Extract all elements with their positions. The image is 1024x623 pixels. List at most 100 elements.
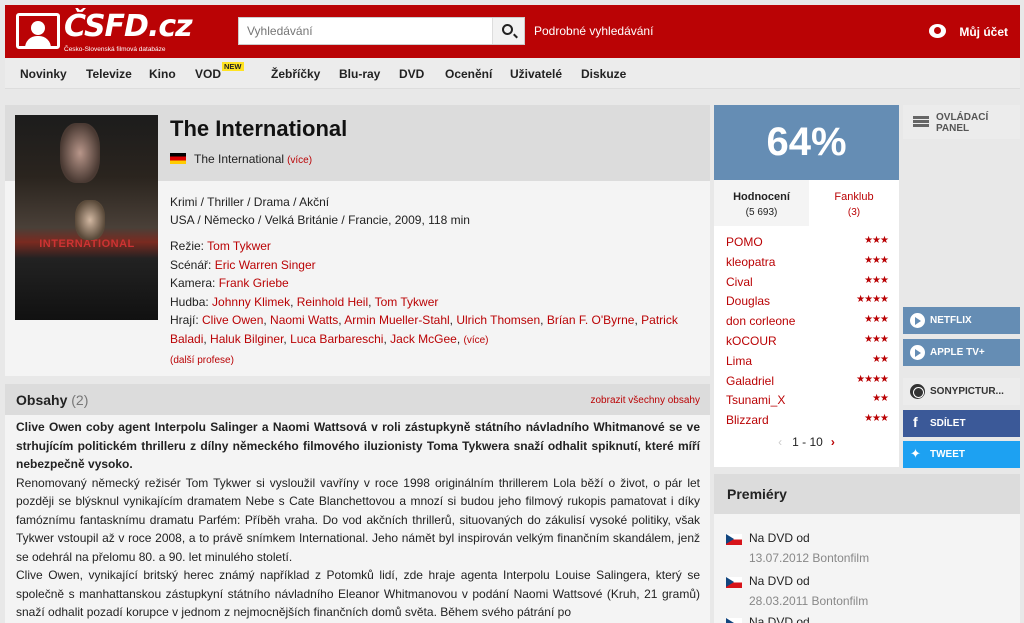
search-icon bbox=[502, 24, 513, 35]
rating-panel: 64% Hodnocení (5 693) Fanklub (3) POMO ★★… bbox=[714, 105, 899, 467]
search-box bbox=[238, 17, 525, 45]
cast-more-link[interactable]: (více) bbox=[464, 335, 489, 346]
user-link[interactable]: Douglas bbox=[726, 294, 770, 308]
film-poster[interactable]: INTERNATIONAL bbox=[15, 115, 158, 320]
cast-link[interactable]: Armin Mueller-Stahl bbox=[344, 313, 449, 327]
search-button[interactable] bbox=[492, 18, 524, 44]
nav-item-dvd[interactable]: DVD bbox=[399, 67, 424, 81]
control-panel-button[interactable]: OVLÁDACÍ PANEL bbox=[903, 105, 1020, 139]
user-link[interactable]: kleopatra bbox=[726, 255, 775, 269]
synopsis-title-text: Obsahy bbox=[16, 392, 68, 408]
site-header: ČSFD.cz Česko-Slovenská filmová databáze… bbox=[5, 5, 1020, 58]
music-row: Hudba: Johnny Klimek, Reinhold Heil, Tom… bbox=[170, 294, 439, 309]
nav-item-vod[interactable]: VOD bbox=[195, 67, 221, 81]
nav-item-kino[interactable]: Kino bbox=[149, 67, 176, 81]
appletv-button[interactable]: APPLE TV+ bbox=[903, 339, 1020, 366]
list-item: Tsunami_X ★★ bbox=[714, 390, 899, 410]
tweet-label: TWEET bbox=[930, 449, 965, 460]
chevron-right-icon[interactable]: › bbox=[831, 435, 835, 449]
germany-flag-icon bbox=[170, 153, 186, 164]
nav-item-diskuze[interactable]: Diskuze bbox=[581, 67, 626, 81]
nav-item-uzivatele[interactable]: Uživatelé bbox=[510, 67, 562, 81]
nav-item-televize[interactable]: Televize bbox=[86, 67, 132, 81]
user-ratings-list: POMO ★★★ kleopatra ★★★ Cival ★★★ Douglas ★★★… bbox=[714, 232, 899, 430]
cast-link[interactable]: Jack McGee bbox=[390, 332, 457, 346]
czech-flag-icon bbox=[726, 618, 742, 623]
cast-link[interactable]: Brían F. O'Byrne bbox=[547, 313, 635, 327]
origin-text: USA / Německo / Velká Británie / Francie… bbox=[170, 213, 470, 227]
logo-text: ČSFD.cz bbox=[64, 9, 193, 44]
user-link[interactable]: Galadriel bbox=[726, 374, 774, 388]
original-title-text: The International bbox=[194, 152, 285, 166]
list-item: Galadriel ★★★★ bbox=[714, 371, 899, 391]
nav-item-bluray[interactable]: Blu-ray bbox=[339, 67, 380, 81]
director-link[interactable]: Tom Tykwer bbox=[207, 239, 271, 253]
cast-link[interactable]: Luca Barbareschi bbox=[290, 332, 383, 346]
search-input[interactable] bbox=[239, 18, 489, 44]
nav-item-zebricky[interactable]: Žebříčky bbox=[271, 67, 320, 81]
director-row: Režie: Tom Tykwer bbox=[170, 237, 700, 256]
facebook-share-button[interactable]: f SDÍLET bbox=[903, 410, 1020, 437]
share-label: SDÍLET bbox=[930, 418, 966, 429]
tab-ratings[interactable]: Hodnocení (5 693) bbox=[714, 180, 809, 226]
user-link[interactable]: POMO bbox=[726, 235, 763, 249]
user-link[interactable]: Lima bbox=[726, 354, 752, 368]
user-icon[interactable] bbox=[929, 24, 947, 39]
star-rating-icon: ★★★ bbox=[864, 235, 889, 246]
director-label: Režie: bbox=[170, 239, 205, 253]
user-link[interactable]: don corleone bbox=[726, 314, 795, 328]
camera-link[interactable]: Frank Griebe bbox=[219, 276, 289, 290]
music-link[interactable]: Reinhold Heil bbox=[297, 295, 368, 309]
sony-link[interactable]: SONYPICTUR... bbox=[903, 378, 1020, 405]
star-rating-icon: ★★★ bbox=[864, 333, 889, 345]
user-link[interactable]: Tsunami_X bbox=[726, 393, 785, 407]
film-genres: Krimi / Thriller / Drama / Akční USA / N… bbox=[170, 193, 470, 229]
csfd-logo[interactable]: ČSFD.cz Česko-Slovenská filmová databáze bbox=[16, 9, 193, 53]
tab-fanclub[interactable]: Fanklub (3) bbox=[809, 180, 899, 226]
cast-link[interactable]: Ulrich Thomsen bbox=[456, 313, 540, 327]
user-link[interactable]: Cival bbox=[726, 275, 753, 289]
show-all-synopses-link[interactable]: zobrazit všechny obsahy bbox=[590, 395, 700, 406]
star-rating-icon: ★★ bbox=[872, 393, 889, 405]
sony-label: SONYPICTUR... bbox=[930, 386, 1004, 397]
cast-row: Hrají: Clive Owen, Naomi Watts, Armin Mu… bbox=[170, 313, 678, 346]
netflix-button[interactable]: NETFLIX bbox=[903, 307, 1020, 334]
camera-row: Kamera: Frank Griebe bbox=[170, 274, 700, 293]
user-link[interactable]: kOCOUR bbox=[726, 334, 777, 348]
writer-label: Scénář: bbox=[170, 257, 212, 272]
user-link[interactable]: Blizzard bbox=[726, 413, 769, 427]
control-panel-label: OVLÁDACÍ PANEL bbox=[936, 112, 989, 134]
premiere-label: Na DVD od bbox=[749, 574, 810, 588]
synopsis-text: Clive Owen coby agent Interpolu Salinger… bbox=[16, 418, 700, 622]
tab-fanclub-count: (3) bbox=[847, 207, 861, 218]
premiere-date: 28.03.2011 Bontonfilm bbox=[749, 594, 869, 608]
nav-item-oceneni[interactable]: Ocenění bbox=[445, 67, 492, 81]
my-account-link[interactable]: Můj účet bbox=[959, 25, 1008, 39]
cast-link[interactable]: Haluk Bilginer bbox=[210, 332, 283, 346]
list-item: Douglas ★★★★ bbox=[714, 291, 899, 311]
main-nav: Novinky Televize Kino VOD NEW Žebříčky B… bbox=[5, 58, 1020, 89]
cast-link[interactable]: Clive Owen bbox=[202, 313, 263, 327]
genres-text: Krimi / Thriller / Drama / Akční bbox=[170, 195, 330, 209]
tweet-button[interactable]: ✦ TWEET bbox=[903, 441, 1020, 468]
original-title-more-link[interactable]: (více) bbox=[287, 155, 312, 166]
nav-item-novinky[interactable]: Novinky bbox=[20, 67, 67, 81]
cast-label: Hrají: bbox=[170, 313, 199, 327]
music-link[interactable]: Tom Tykwer bbox=[375, 295, 439, 309]
pager-range: 1 - 10 bbox=[792, 435, 823, 449]
more-professions-link[interactable]: (další profese) bbox=[170, 355, 234, 366]
film-creators: Režie: Tom Tykwer Scénář: Eric Warren Si… bbox=[170, 237, 700, 371]
play-icon bbox=[910, 313, 925, 328]
star-rating-icon: ★★★ bbox=[864, 413, 889, 425]
premieres-header: Premiéry bbox=[714, 474, 1020, 514]
writer-link[interactable]: Eric Warren Singer bbox=[215, 258, 316, 272]
star-rating-icon: ★★★★ bbox=[856, 294, 889, 306]
tab-ratings-count: (5 693) bbox=[745, 207, 778, 218]
premiere-label: Na DVD od bbox=[749, 531, 810, 545]
cast-link[interactable]: Naomi Watts bbox=[270, 313, 338, 327]
twitter-icon: ✦ bbox=[910, 446, 921, 461]
advanced-search-link[interactable]: Podrobné vyhledávání bbox=[534, 24, 653, 38]
list-item: kOCOUR ★★★ bbox=[714, 331, 899, 351]
film-title: The International bbox=[170, 116, 348, 141]
music-link[interactable]: Johnny Klimek bbox=[212, 295, 290, 309]
